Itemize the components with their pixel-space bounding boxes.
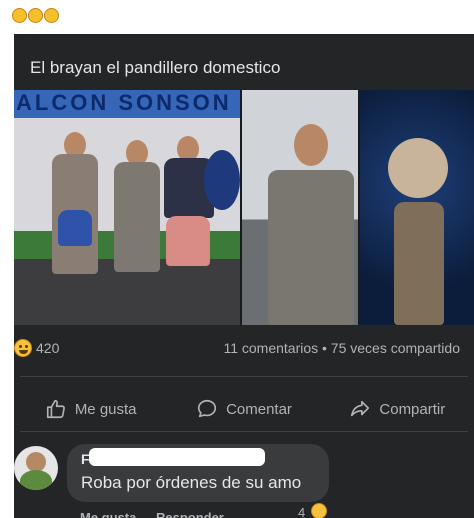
- post-actions: Me gusta Comentar Compartir: [14, 391, 474, 427]
- thumbs-up-icon: [46, 399, 65, 419]
- divider: [20, 431, 468, 432]
- top-strip: [0, 0, 474, 34]
- comment-bubble: F Roba por órdenes de su amo: [67, 444, 329, 502]
- share-label: Compartir: [379, 400, 446, 418]
- photo-panel-middle: [242, 90, 358, 325]
- comment-text: Roba por órdenes de su amo: [81, 473, 302, 492]
- comment-label: Comentar: [226, 400, 292, 418]
- share-arrow-icon: [351, 400, 370, 417]
- comment-share-stats[interactable]: 11 comentarios • 75 veces compartido: [223, 340, 460, 356]
- like-button[interactable]: Me gusta: [14, 391, 167, 427]
- comment-like-link[interactable]: Me gusta: [80, 510, 136, 518]
- name-redaction: [89, 448, 265, 466]
- speech-bubble-icon: [197, 399, 217, 418]
- laughing-emoji-icon: [44, 7, 59, 23]
- reactions-row: 420 11 comentarios • 75 veces compartido: [14, 339, 474, 361]
- like-label: Me gusta: [74, 400, 137, 418]
- photo-panel-right: [360, 90, 474, 325]
- post-caption: El brayan el pandillero domestico: [30, 58, 281, 77]
- laughing-emoji-icon[interactable]: [14, 339, 32, 357]
- comment-reaction-count[interactable]: 4: [298, 505, 305, 518]
- post-image[interactable]: ALCON SONSON: [14, 90, 474, 325]
- comment-item: F Roba por órdenes de su amo 4 Me gusta …: [14, 444, 474, 518]
- reaction-count[interactable]: 420: [36, 340, 59, 356]
- divider: [20, 376, 468, 377]
- laughing-emoji-icon: [12, 7, 27, 23]
- avatar[interactable]: [14, 446, 58, 490]
- comment-button[interactable]: Comentar: [167, 391, 320, 427]
- laughing-emoji-icon: [28, 7, 43, 23]
- laughing-emoji-icon[interactable]: [311, 503, 327, 518]
- comment-reply-link[interactable]: Responder: [156, 510, 224, 518]
- wall-banner: ALCON SONSON: [14, 90, 240, 118]
- header-emojis: [12, 7, 60, 23]
- photo-panel-left: ALCON SONSON: [14, 90, 240, 325]
- post-card: El brayan el pandillero domestico ALCON …: [14, 34, 474, 518]
- share-button[interactable]: Compartir: [321, 391, 474, 427]
- comment-links: Me gusta Responder: [80, 510, 240, 518]
